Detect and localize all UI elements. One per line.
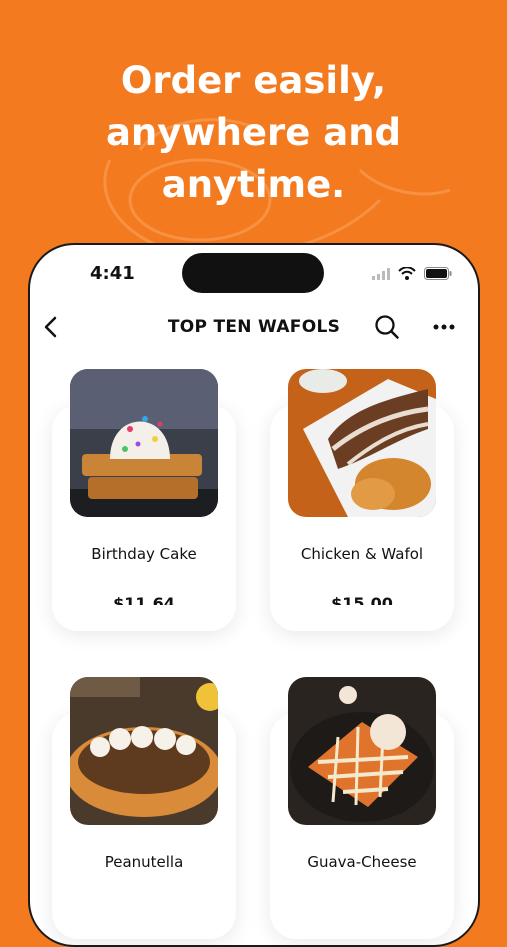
product-card-birthday-cake[interactable]: Birthday Cake $11.64: [52, 369, 236, 631]
product-price: [52, 901, 236, 913]
product-name: Birthday Cake: [91, 545, 197, 563]
signal-icon: [372, 267, 390, 280]
product-price: $15.00: [331, 594, 393, 605]
product-card-peanutella[interactable]: Peanutella: [52, 677, 236, 939]
product-name: Peanutella: [104, 853, 184, 871]
product-image-peanutella: [70, 677, 218, 825]
promo-line-2: anywhere and: [105, 111, 402, 154]
promo-line-3: anytime.: [161, 163, 346, 206]
more-options-icon[interactable]: [430, 315, 458, 339]
status-bar: 4:41: [30, 245, 478, 305]
product-image-guava-cheese: [288, 677, 436, 825]
battery-icon: [424, 267, 452, 280]
top-navigation: TOP TEN WAFOLS: [30, 307, 478, 351]
search-icon[interactable]: [374, 314, 400, 340]
dynamic-island: [182, 253, 324, 293]
wifi-icon: [398, 267, 416, 280]
product-price: [270, 901, 454, 913]
phone-frame: 4:41 TOP TEN WAFOLS Birthday Cake $11.64…: [28, 243, 480, 947]
status-time: 4:41: [90, 263, 135, 284]
product-card-guava-cheese[interactable]: Guava-Cheese: [270, 677, 454, 939]
status-icons: [372, 267, 452, 280]
product-name: Chicken & Wafol: [300, 545, 424, 563]
promo-line-1: Order easily,: [120, 59, 387, 102]
product-image-birthday-cake: [70, 369, 218, 517]
promo-headline: Order easily, anywhere and anytime.: [0, 55, 507, 211]
product-card-chicken-wafol[interactable]: Chicken & Wafol $15.00: [270, 369, 454, 631]
product-name: Guava-Cheese: [307, 853, 417, 871]
page-title: TOP TEN WAFOLS: [167, 317, 341, 337]
product-price: $11.64: [113, 594, 175, 605]
product-image-chicken-wafol: [288, 369, 436, 517]
